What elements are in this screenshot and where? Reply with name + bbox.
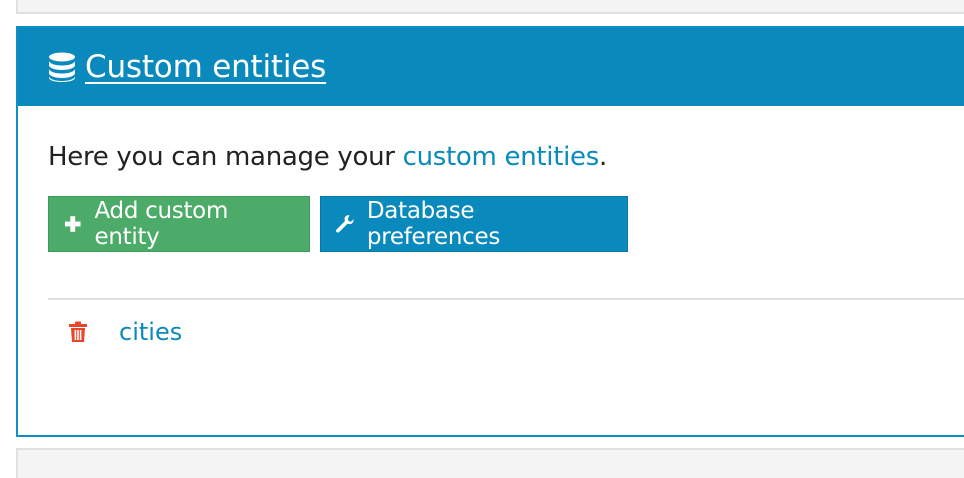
next-panel: [16, 448, 964, 478]
button-row: Add custom entity Database preferences: [48, 196, 964, 252]
panel-body: Here you can manage your custom entities…: [18, 142, 964, 252]
intro-suffix: .: [598, 142, 607, 172]
intro-text: Here you can manage your custom entities…: [48, 142, 964, 172]
wrench-icon: [336, 215, 354, 233]
add-custom-entity-label: Add custom entity: [94, 198, 229, 250]
custom-entities-panel: Custom entities Here you can manage your…: [16, 26, 964, 437]
intro-prefix: Here you can manage your: [48, 142, 403, 172]
database-preferences-label: Database preferences: [366, 198, 500, 250]
previous-panel: [16, 0, 964, 14]
database-preferences-button[interactable]: Database preferences: [320, 196, 628, 252]
divider: [48, 298, 964, 300]
custom-entities-link[interactable]: custom entities: [403, 142, 600, 172]
add-custom-entity-button[interactable]: Add custom entity: [48, 196, 310, 252]
trash-icon[interactable]: [68, 321, 88, 343]
entity-list-item: cities: [68, 318, 182, 346]
panel-header: Custom entities: [18, 28, 964, 106]
panel-title-link[interactable]: Custom entities: [85, 49, 326, 85]
entity-link-cities[interactable]: cities: [119, 318, 182, 346]
plus-icon: [64, 216, 81, 232]
database-icon: [49, 52, 75, 82]
